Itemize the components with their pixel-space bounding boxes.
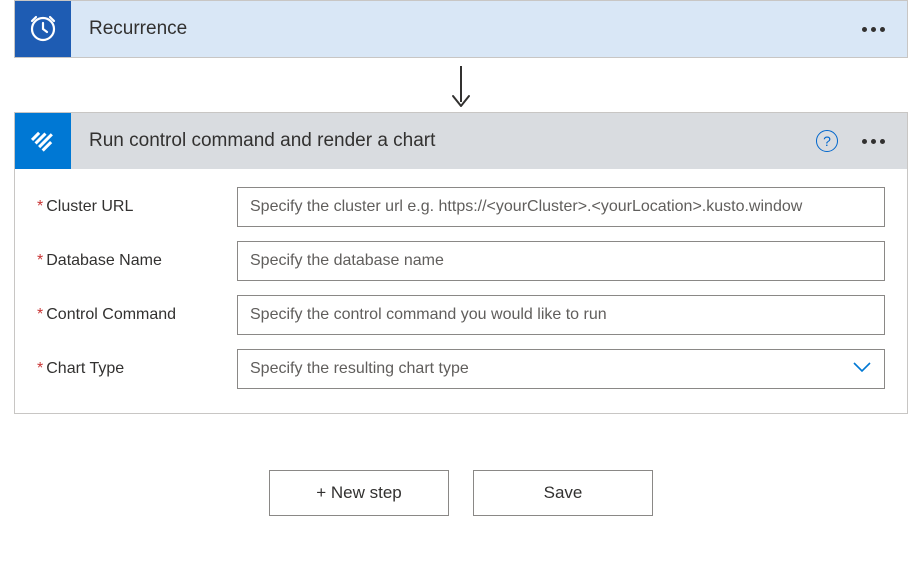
chart-type-placeholder: Specify the resulting chart type (250, 360, 469, 378)
arrow-connector (0, 58, 922, 112)
database-name-input[interactable] (237, 241, 885, 281)
step-control-command: Run control command and render a chart ?… (14, 112, 908, 414)
save-button[interactable]: Save (473, 470, 653, 516)
chart-icon (15, 113, 71, 169)
label-control-command: *Control Command (37, 306, 237, 324)
clock-icon (15, 1, 71, 57)
label-database-name: *Database Name (37, 252, 237, 270)
more-icon[interactable] (858, 23, 889, 36)
chevron-down-icon (852, 360, 872, 378)
new-step-button[interactable]: + New step (269, 470, 449, 516)
control-command-input[interactable] (237, 295, 885, 335)
step-control-command-header[interactable]: Run control command and render a chart ? (15, 113, 907, 169)
label-cluster-url: *Cluster URL (37, 198, 237, 216)
step-control-command-actions: ? (816, 130, 907, 152)
label-chart-type: *Chart Type (37, 360, 237, 378)
step-control-command-title: Run control command and render a chart (71, 130, 816, 152)
step-recurrence-header[interactable]: Recurrence (15, 1, 907, 57)
step-recurrence-actions (858, 23, 907, 36)
step-recurrence: Recurrence (14, 0, 908, 58)
row-cluster-url: *Cluster URL (37, 187, 885, 227)
row-database-name: *Database Name (37, 241, 885, 281)
step-recurrence-title: Recurrence (71, 18, 858, 40)
help-icon[interactable]: ? (816, 130, 838, 152)
more-icon[interactable] (858, 135, 889, 148)
cluster-url-input[interactable] (237, 187, 885, 227)
row-chart-type: *Chart Type Specify the resulting chart … (37, 349, 885, 389)
bottom-buttons: + New step Save (0, 414, 922, 516)
form-body: *Cluster URL *Database Name *Control Com… (15, 169, 907, 413)
row-control-command: *Control Command (37, 295, 885, 335)
chart-type-select[interactable]: Specify the resulting chart type (237, 349, 885, 389)
